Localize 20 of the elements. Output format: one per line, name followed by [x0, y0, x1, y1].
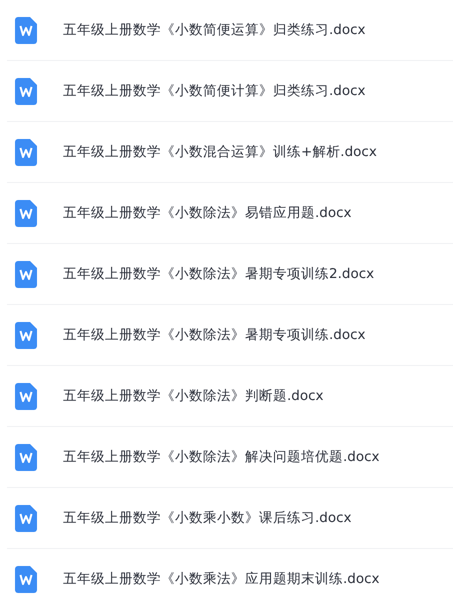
word-document-icon [15, 322, 37, 348]
word-document-icon [15, 200, 37, 226]
file-name[interactable]: 五年级上册数学《小数简便计算》归类练习.docx [63, 82, 366, 100]
file-name[interactable]: 五年级上册数学《小数除法》暑期专项训练2.docx [63, 265, 374, 283]
file-name[interactable]: 五年级上册数学《小数简便运算》归类练习.docx [63, 21, 366, 39]
word-document-icon [15, 16, 37, 44]
word-document-icon [15, 138, 37, 166]
file-name[interactable]: 五年级上册数学《小数混合运算》训练+解析.docx [63, 143, 377, 161]
word-document-icon [15, 260, 37, 288]
file-name[interactable]: 五年级上册数学《小数除法》解决问题培优题.docx [63, 448, 380, 466]
file-name[interactable]: 五年级上册数学《小数乘法》应用题期末训练.docx [63, 570, 380, 588]
word-document-icon [15, 566, 37, 592]
file-name[interactable]: 五年级上册数学《小数除法》判断题.docx [63, 387, 324, 405]
file-name[interactable]: 五年级上册数学《小数除法》暑期专项训练.docx [63, 326, 366, 344]
word-document-icon [15, 444, 37, 470]
word-document-icon [15, 504, 37, 532]
word-document-icon [15, 78, 37, 104]
word-document-icon [15, 382, 37, 410]
file-name[interactable]: 五年级上册数学《小数除法》易错应用题.docx [63, 204, 352, 222]
file-name[interactable]: 五年级上册数学《小数乘小数》课后练习.docx [63, 509, 352, 527]
